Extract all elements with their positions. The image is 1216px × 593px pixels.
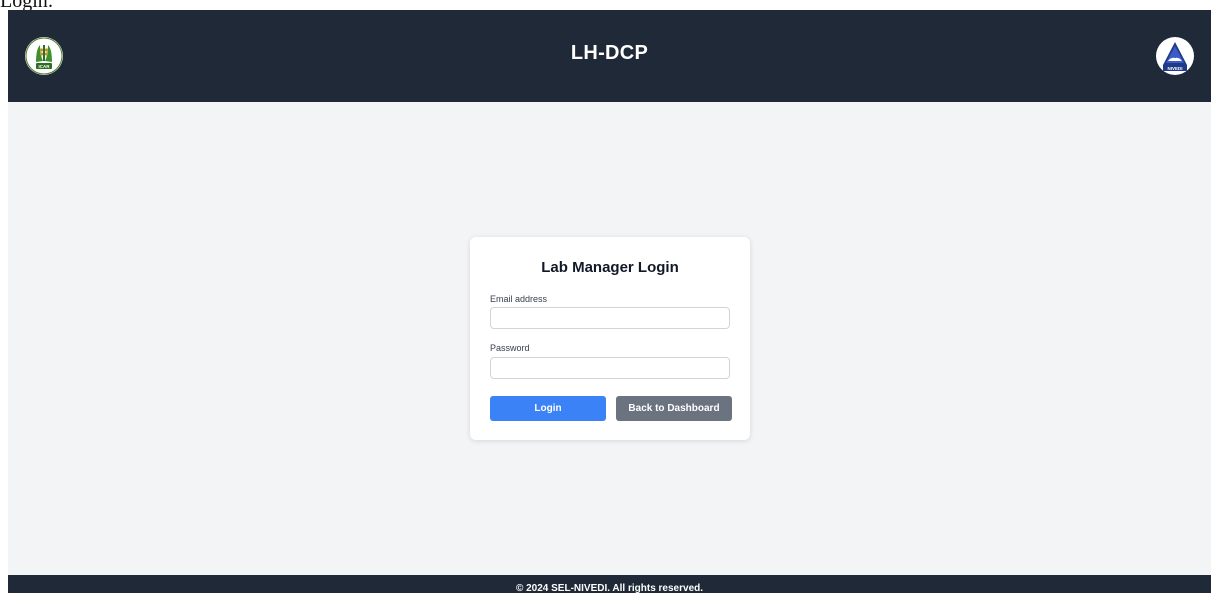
top-header: ICAR LH-DCP NIVEDI — [8, 10, 1211, 102]
app-window: ICAR LH-DCP NIVEDI Lab Manager Login Ema… — [8, 10, 1211, 593]
nivedi-logo-text: NIVEDI — [1167, 66, 1182, 71]
app-title: LH-DCP — [570, 42, 649, 64]
email-label: Email address — [490, 294, 548, 304]
footer-copyright: © 2024 SEL-NIVEDI. All rights reserved. — [515, 583, 704, 593]
email-input[interactable] — [490, 307, 730, 329]
footer: © 2024 SEL-NIVEDI. All rights reserved. — [8, 575, 1211, 593]
back-to-dashboard-button[interactable]: Back to Dashboard — [616, 396, 732, 421]
nivedi-logo-icon: NIVEDI — [1156, 37, 1194, 75]
login-card: Lab Manager Login Email address Password… — [470, 237, 750, 440]
password-input[interactable] — [490, 357, 730, 379]
login-button[interactable]: Login — [490, 396, 606, 421]
login-card-title: Lab Manager Login — [541, 259, 679, 276]
password-label: Password — [490, 343, 530, 353]
